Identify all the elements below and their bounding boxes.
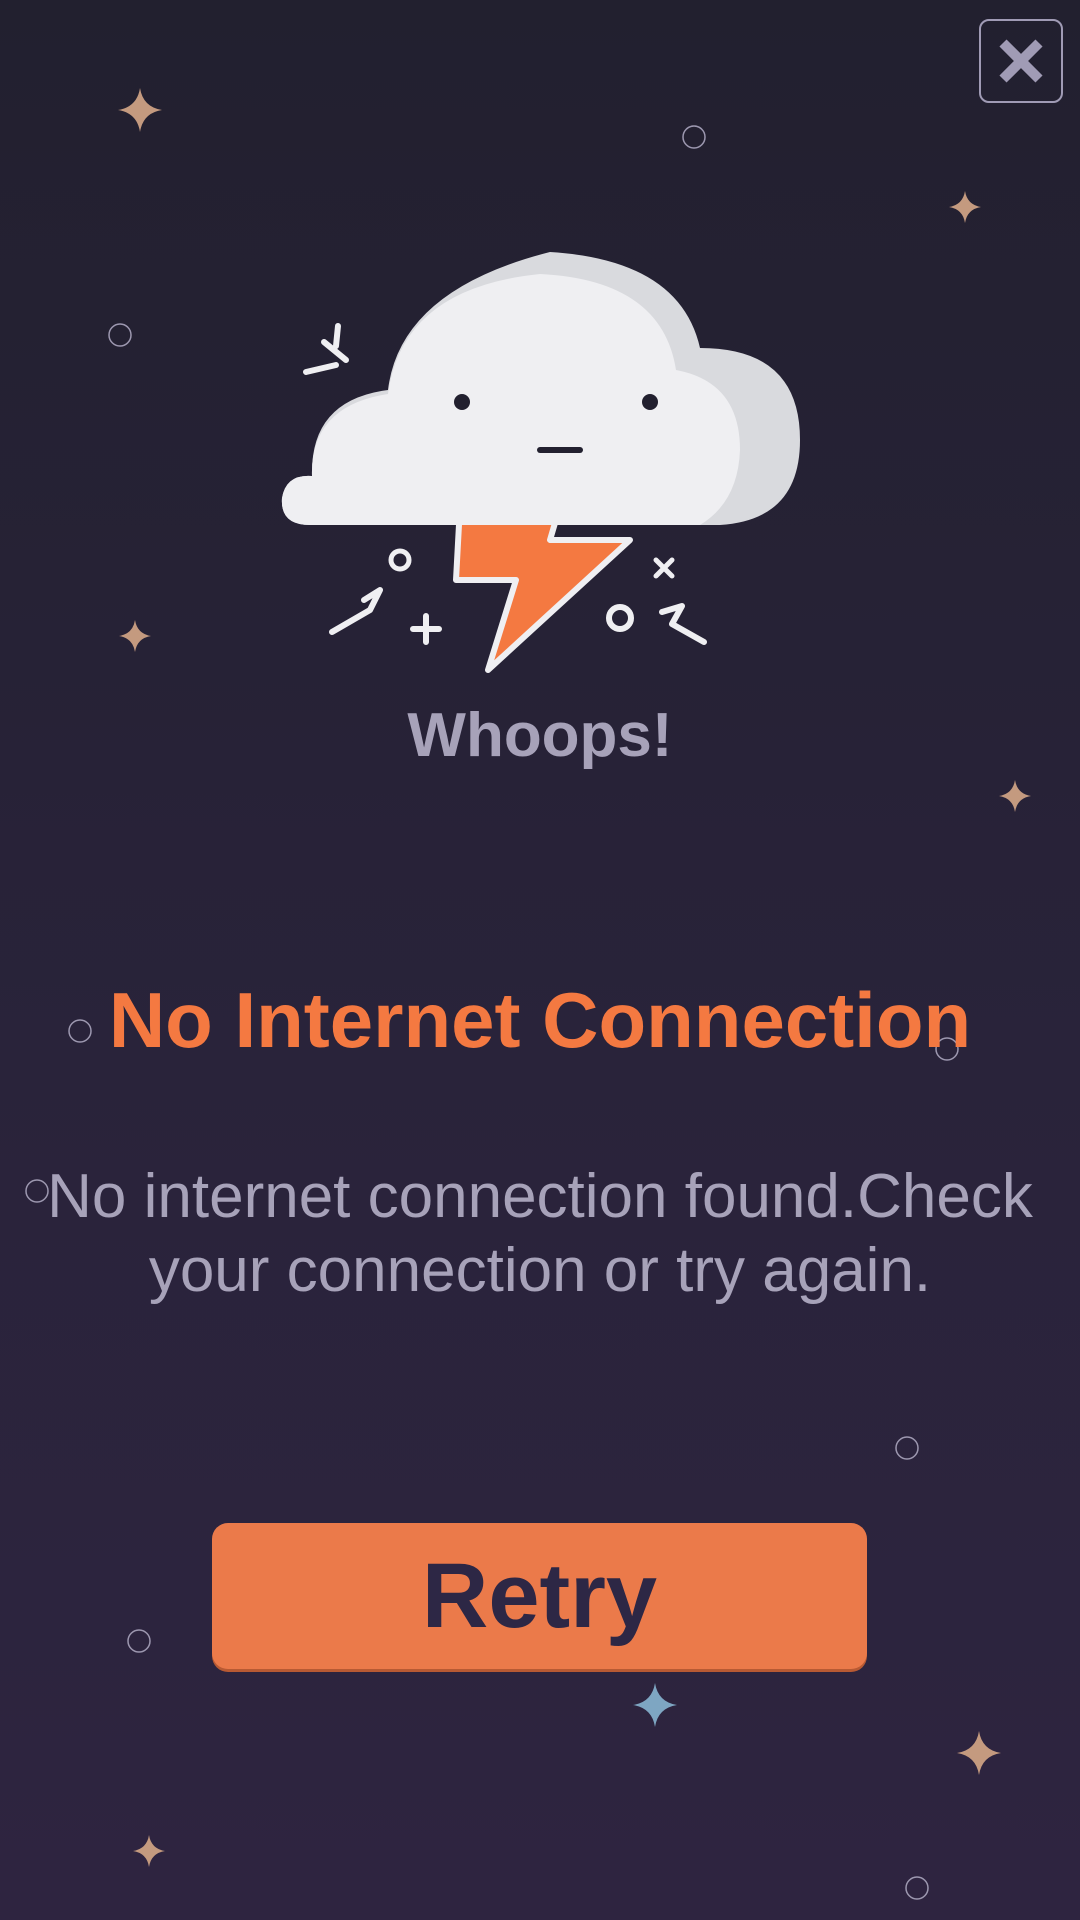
no-connection-screen: Whoops! No Internet Connection No intern… (0, 0, 1080, 1920)
star-icon (633, 1683, 677, 1727)
retry-button[interactable]: Retry (212, 1523, 867, 1669)
circle-dot-icon (108, 323, 132, 347)
circle-dot-icon (682, 125, 706, 149)
star-icon (118, 88, 162, 132)
star-icon (133, 1835, 165, 1867)
star-icon (999, 780, 1031, 812)
close-icon (999, 39, 1043, 83)
greeting-heading: Whoops! (407, 701, 673, 770)
error-message-line: No internet connection found.Check (47, 1162, 1033, 1231)
star-icon (119, 620, 151, 652)
star-icon (949, 191, 981, 223)
page-title: No Internet Connection (108, 976, 972, 1064)
circle-dot-icon (905, 1876, 929, 1900)
cloud-lightning-icon (281, 252, 800, 673)
circle-dot-icon (127, 1629, 151, 1653)
error-message: No internet connection found.Check your … (10, 1160, 1070, 1308)
close-button[interactable] (979, 19, 1063, 103)
star-icon (957, 1731, 1001, 1775)
circle-dot-icon (895, 1436, 919, 1460)
error-message-line: your connection or try again. (148, 1236, 932, 1305)
